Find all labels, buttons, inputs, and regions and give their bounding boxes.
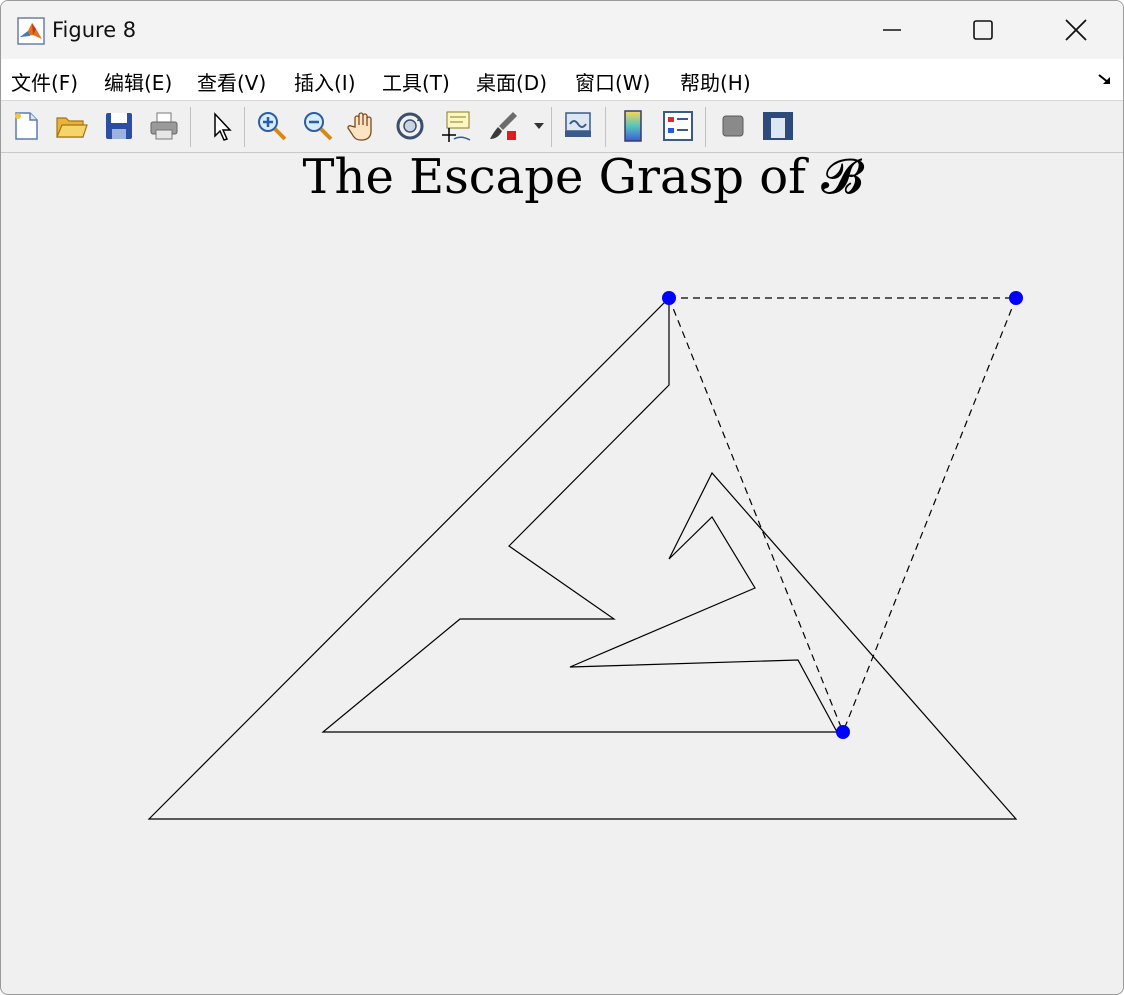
save-icon bbox=[106, 113, 132, 139]
close-button[interactable] bbox=[1031, 1, 1121, 59]
pan-button[interactable] bbox=[345, 107, 383, 145]
data-cursor-icon bbox=[442, 111, 471, 142]
grasp-point bbox=[662, 291, 676, 305]
brush-icon bbox=[490, 112, 517, 140]
window-title: Figure 8 bbox=[52, 18, 137, 42]
figure-canvas: The Escape Grasp of 𝓑 bbox=[147, 153, 1023, 820]
menu-tools[interactable]: 工具(T) bbox=[382, 67, 450, 96]
close-icon bbox=[1065, 19, 1087, 41]
toolbar-separator bbox=[705, 107, 706, 147]
menu-window[interactable]: 窗口(W) bbox=[575, 67, 650, 96]
open-file-icon bbox=[56, 117, 88, 138]
menu-file[interactable]: 文件(F) bbox=[11, 67, 78, 96]
hide-plot-tools-button[interactable] bbox=[714, 107, 752, 145]
edit-plot-arrow-icon bbox=[214, 112, 232, 141]
toolbar-separator bbox=[244, 107, 245, 147]
title-bar: Figure 8 bbox=[1, 1, 1123, 59]
legend-icon bbox=[663, 111, 693, 141]
colorbar-icon bbox=[624, 110, 642, 142]
link-plot-icon bbox=[565, 112, 591, 137]
open-file-button[interactable] bbox=[52, 107, 90, 145]
rotate-3d-button[interactable] bbox=[391, 107, 429, 145]
new-figure-icon bbox=[15, 112, 38, 140]
print-button[interactable] bbox=[145, 107, 183, 145]
axes-title: The Escape Grasp of 𝓑 bbox=[303, 153, 866, 205]
link-plot-button[interactable] bbox=[559, 107, 597, 145]
minimize-button[interactable] bbox=[847, 1, 937, 59]
edit-plot-button[interactable] bbox=[201, 107, 239, 145]
new-figure-button[interactable] bbox=[7, 107, 45, 145]
zoom-out-button[interactable] bbox=[299, 107, 337, 145]
dock-figure-icon[interactable] bbox=[1097, 73, 1113, 87]
brush-button[interactable] bbox=[485, 107, 523, 145]
outer-triangle bbox=[147, 296, 1018, 820]
show-plot-tools-icon bbox=[763, 112, 793, 140]
dashed-edge-left bbox=[668, 297, 844, 733]
menu-view[interactable]: 查看(V) bbox=[197, 67, 266, 96]
dashed-edge-right bbox=[842, 297, 1017, 733]
legend-button[interactable] bbox=[659, 107, 697, 145]
menu-desktop[interactable]: 桌面(D) bbox=[476, 67, 547, 96]
maximize-icon bbox=[973, 20, 993, 40]
save-button[interactable] bbox=[100, 107, 138, 145]
toolbar-separator bbox=[605, 107, 606, 147]
minimize-icon bbox=[883, 29, 901, 31]
print-icon bbox=[150, 112, 178, 140]
pan-hand-icon bbox=[347, 112, 372, 141]
menu-help[interactable]: 帮助(H) bbox=[680, 67, 751, 96]
data-cursor-button[interactable] bbox=[437, 107, 475, 145]
rotate-3d-icon bbox=[396, 112, 424, 140]
toolbar-separator bbox=[551, 107, 552, 147]
maximize-button[interactable] bbox=[938, 1, 1028, 59]
brush-dropdown-icon bbox=[534, 123, 544, 129]
brush-dropdown-button[interactable] bbox=[529, 107, 549, 145]
hide-plot-tools-icon bbox=[722, 115, 744, 137]
zoom-in-icon bbox=[258, 112, 287, 141]
show-plot-tools-button[interactable] bbox=[759, 107, 797, 145]
zoom-in-button[interactable] bbox=[253, 107, 291, 145]
figure-toolbar bbox=[1, 101, 1123, 153]
matlab-icon bbox=[17, 17, 45, 45]
menu-bar: 文件(F) 编辑(E) 查看(V) 插入(I) 工具(T) 桌面(D) 窗口(W… bbox=[1, 59, 1123, 101]
grasp-point bbox=[836, 725, 850, 739]
menu-edit[interactable]: 编辑(E) bbox=[104, 67, 172, 96]
grasp-point bbox=[1009, 291, 1023, 305]
menu-insert[interactable]: 插入(I) bbox=[294, 67, 356, 96]
colorbar-button[interactable] bbox=[614, 107, 652, 145]
figure-window: Figure 8 文件(F) 编辑(E) 查看(V) 插入(I) 工具(T) 桌… bbox=[0, 0, 1124, 995]
zoom-out-icon bbox=[304, 112, 333, 141]
toolbar-separator bbox=[190, 107, 191, 147]
